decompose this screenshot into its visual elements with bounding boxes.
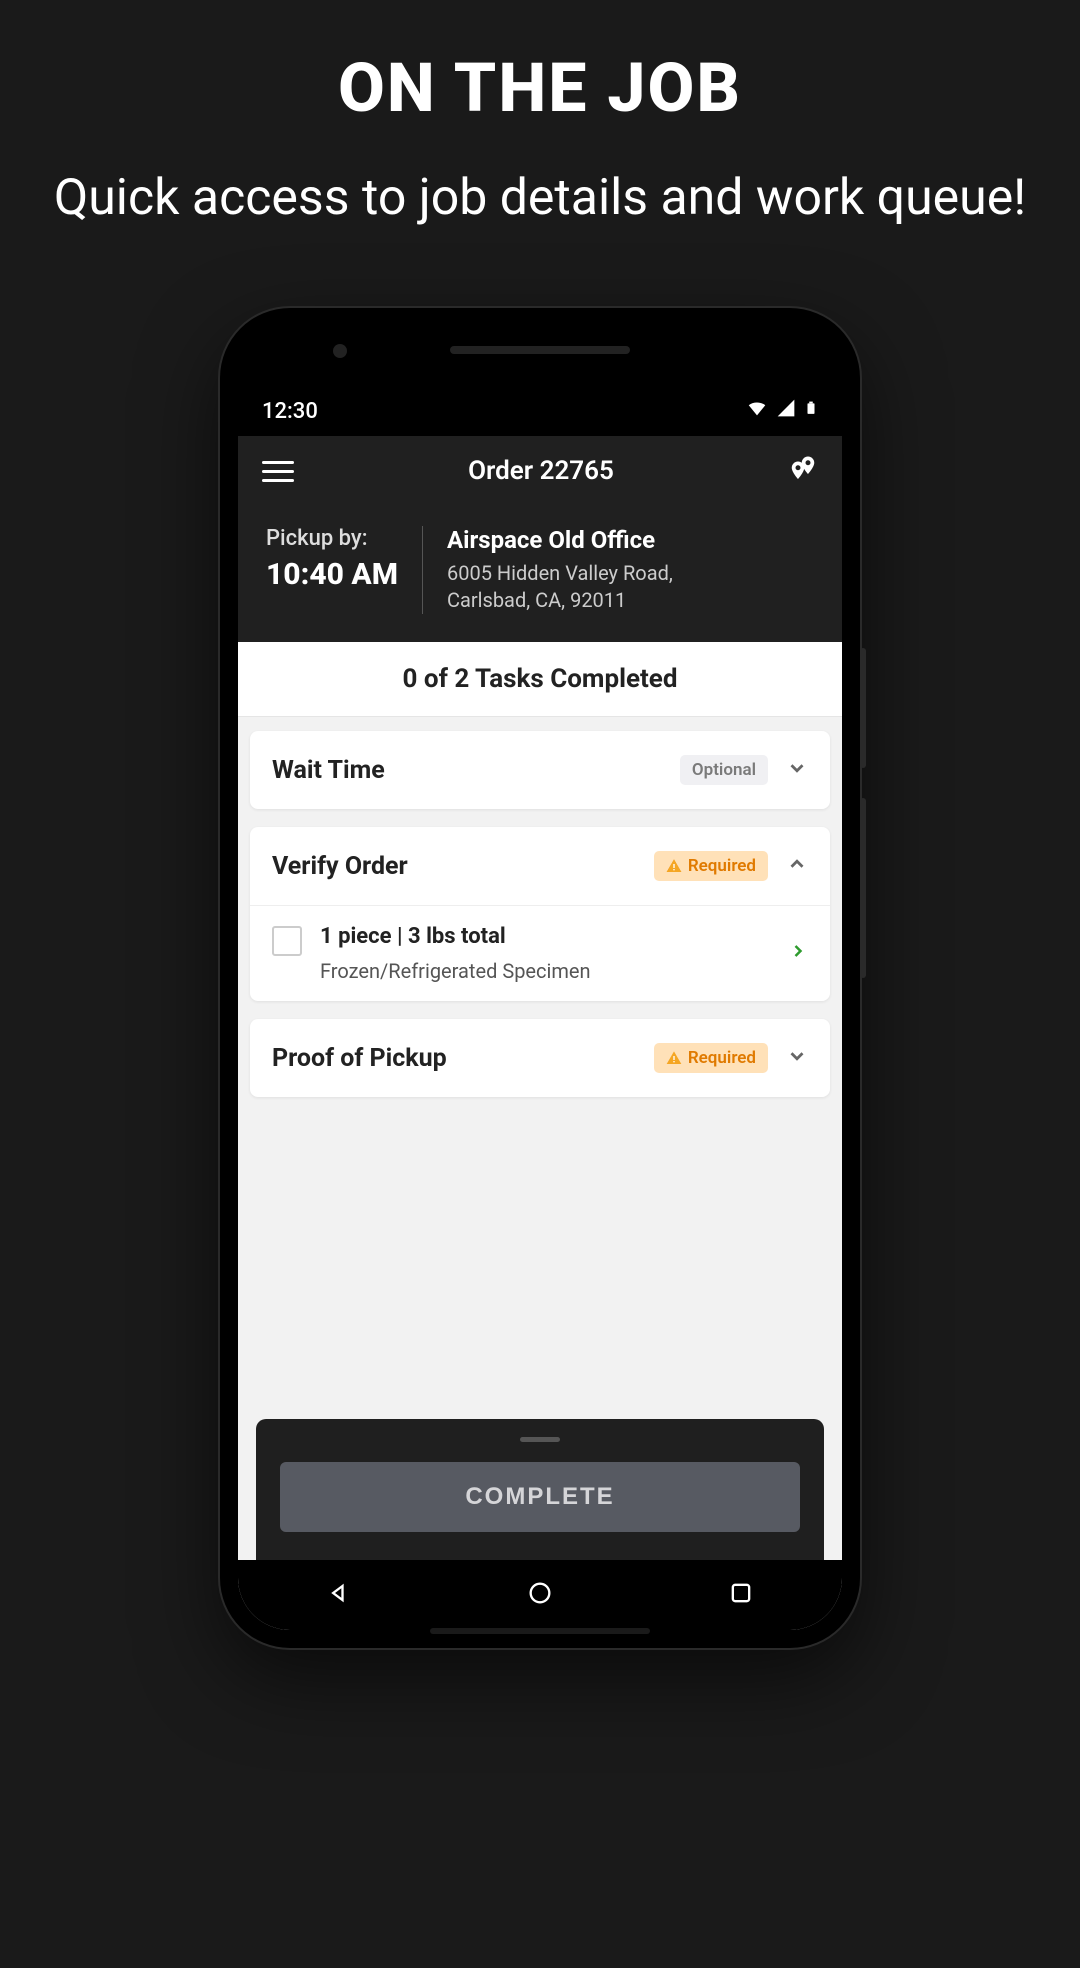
menu-button[interactable] [262, 461, 294, 482]
phone-side-button [860, 648, 866, 768]
phone-side-button [860, 798, 866, 978]
status-bar: 12:30 [238, 386, 842, 436]
chevron-down-icon [786, 757, 808, 783]
task-title: Wait Time [272, 756, 385, 785]
task-header[interactable]: Verify Order Required [250, 827, 830, 905]
promo-title: ON THE JOB [0, 48, 1080, 128]
nav-back-button[interactable] [325, 1579, 353, 1611]
battery-icon [804, 397, 818, 425]
task-tag-required: Required [654, 1043, 768, 1073]
warning-icon [666, 1050, 682, 1066]
task-row-subtitle: Frozen/Refrigerated Specimen [320, 959, 770, 983]
task-row[interactable]: 1 piece | 3 lbs total Frozen/Refrigerate… [250, 905, 830, 1001]
cellular-icon [776, 398, 796, 424]
phone-camera [333, 344, 347, 358]
complete-button[interactable]: COMPLETE [280, 1462, 800, 1532]
phone-frame: 12:30 Order 22765 [220, 308, 860, 1648]
bottom-sheet[interactable]: COMPLETE [256, 1419, 824, 1560]
task-header[interactable]: Wait Time Optional [250, 731, 830, 809]
chevron-down-icon [786, 1045, 808, 1071]
pickup-location-name: Airspace Old Office [447, 526, 814, 554]
drag-handle[interactable] [520, 1437, 560, 1442]
android-nav-bar [238, 1560, 842, 1630]
phone-chin [430, 1628, 650, 1634]
phone-speaker [450, 346, 630, 354]
chevron-right-icon [788, 941, 808, 967]
task-card-verify-order: Verify Order Required [250, 827, 830, 1001]
task-header[interactable]: Proof of Pickup Required [250, 1019, 830, 1097]
nav-home-button[interactable] [526, 1579, 554, 1611]
wifi-icon [746, 397, 768, 425]
pickup-panel: Pickup by: 10:40 AM Airspace Old Office … [238, 506, 842, 642]
task-checkbox[interactable] [272, 926, 302, 956]
task-tag-optional: Optional [680, 755, 768, 785]
task-card-wait-time: Wait Time Optional [250, 731, 830, 809]
status-time: 12:30 [262, 399, 318, 424]
task-title: Proof of Pickup [272, 1044, 447, 1073]
task-tag-required: Required [654, 851, 768, 881]
tasks-summary: 0 of 2 Tasks Completed [238, 642, 842, 717]
task-row-title: 1 piece | 3 lbs total [320, 924, 770, 949]
task-card-proof-of-pickup: Proof of Pickup Required [250, 1019, 830, 1097]
task-title: Verify Order [272, 852, 408, 881]
nav-recents-button[interactable] [727, 1579, 755, 1611]
pickup-address: 6005 Hidden Valley Road, Carlsbad, CA, 9… [447, 560, 814, 614]
page-title: Order 22765 [468, 456, 614, 486]
warning-icon [666, 858, 682, 874]
promo-subtitle: Quick access to job details and work que… [0, 168, 1080, 228]
app-bar: Order 22765 [238, 436, 842, 506]
location-pin-icon[interactable] [788, 454, 818, 488]
pickup-by-label: Pickup by: [266, 526, 398, 551]
chevron-up-icon [786, 853, 808, 879]
pickup-time: 10:40 AM [266, 557, 398, 592]
